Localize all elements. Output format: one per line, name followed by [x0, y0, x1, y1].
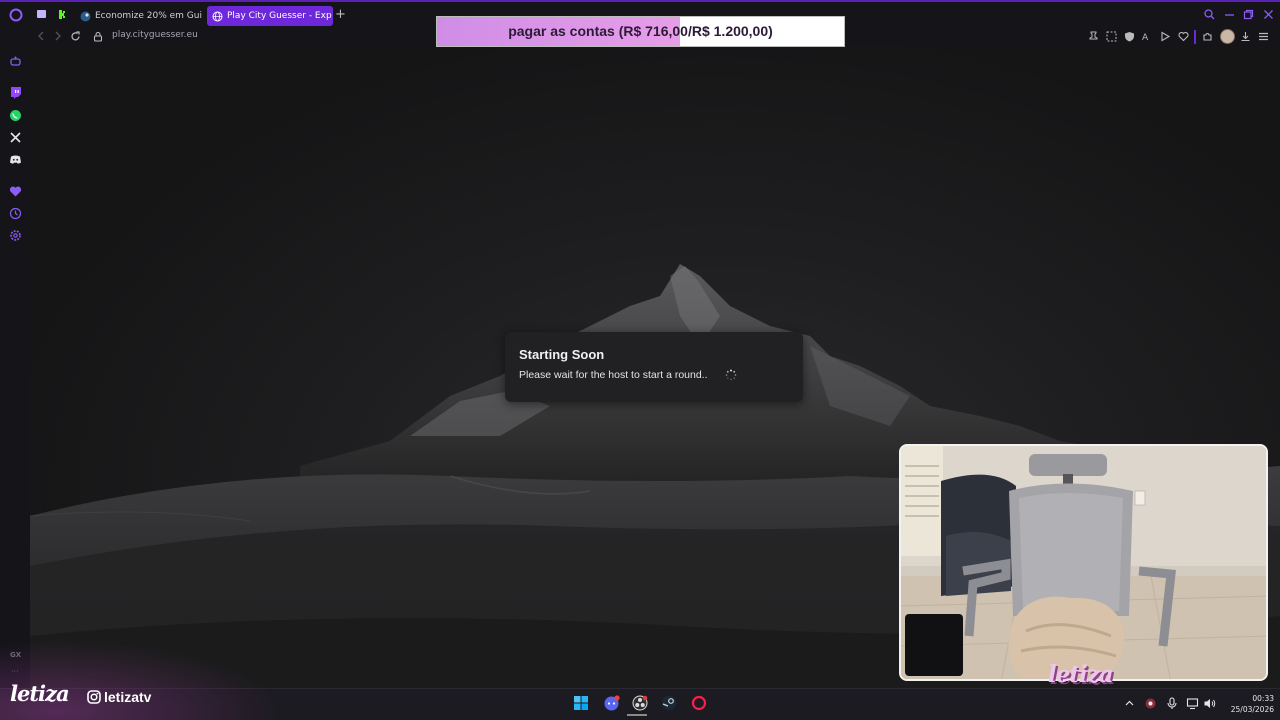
clock-date: 25/03/2026	[1230, 705, 1274, 714]
status-title: Starting Soon	[519, 347, 605, 362]
lock-icon[interactable]	[93, 31, 103, 42]
close-window-icon[interactable]	[1263, 9, 1274, 20]
settings-gear-icon[interactable]	[9, 229, 22, 242]
browser-sidebar: GX ···	[0, 28, 30, 688]
tab-city-guesser[interactable]: Play City Guesser - Exp ✕	[207, 6, 333, 26]
favorites-heart-icon[interactable]	[9, 185, 22, 198]
kick-pin-icon[interactable]	[58, 9, 69, 20]
download-icon[interactable]	[1240, 31, 1251, 42]
volume-icon[interactable]	[1203, 697, 1216, 710]
discord-icon[interactable]	[9, 153, 22, 166]
more-icon[interactable]: ···	[11, 668, 19, 676]
tab-label: Economize 20% em Guilty	[95, 11, 202, 21]
svg-text:A: A	[1142, 33, 1149, 42]
new-tab-button[interactable]: +	[335, 8, 346, 22]
loading-spinner-icon	[725, 369, 737, 381]
windows-start-icon[interactable]	[573, 695, 589, 711]
status-message: Please wait for the host to start a roun…	[519, 369, 708, 381]
microphone-icon[interactable]	[1166, 697, 1178, 710]
steam-taskbar-icon[interactable]	[661, 695, 677, 711]
discord-taskbar-icon[interactable]	[603, 695, 620, 711]
donation-goal-label: pagar as contas (R$ 716,00/R$ 1.200,00)	[508, 23, 773, 39]
webcam-overlay	[899, 444, 1268, 681]
player-icon[interactable]	[1160, 31, 1171, 42]
separator	[1194, 30, 1196, 44]
translate-icon[interactable]: A	[1142, 31, 1153, 42]
webcam-feed	[901, 446, 1266, 679]
restore-icon[interactable]	[1243, 9, 1254, 20]
history-icon[interactable]	[9, 207, 22, 220]
x-twitter-icon[interactable]	[9, 131, 22, 144]
game-status-card: Starting Soon Please wait for the host t…	[505, 332, 803, 402]
opera-gx-icon[interactable]	[9, 8, 23, 22]
snapshot-icon[interactable]	[1106, 31, 1117, 42]
twitch-pin-icon[interactable]	[36, 9, 47, 20]
gx-label[interactable]: GX	[10, 651, 21, 659]
pin-icon[interactable]	[1088, 31, 1099, 42]
shield-icon[interactable]	[1124, 31, 1135, 42]
heart-icon[interactable]	[1178, 31, 1189, 42]
taskbar-clock[interactable]: 00:33 25/03/2026	[1218, 693, 1274, 715]
app-tray-icon[interactable]	[1144, 697, 1157, 710]
gx-control-icon[interactable]	[9, 55, 22, 68]
active-app-indicator	[627, 714, 647, 716]
tab-steam[interactable]: Economize 20% em Guilty	[80, 6, 202, 26]
webcam-logo: letiza	[1048, 661, 1114, 688]
avatar[interactable]	[1220, 29, 1235, 44]
obs-icon[interactable]	[632, 695, 648, 711]
whatsapp-icon[interactable]	[9, 109, 22, 122]
reload-icon[interactable]	[70, 31, 81, 42]
tab-label: Play City Guesser - Exp	[227, 11, 332, 21]
twitch-icon[interactable]	[9, 86, 22, 99]
instagram-icon	[87, 690, 101, 704]
back-icon[interactable]	[36, 31, 46, 41]
extensions-icon[interactable]	[1202, 31, 1213, 42]
search-tabs-icon[interactable]	[1204, 9, 1215, 20]
globe-icon	[212, 11, 223, 21]
opera-gx-taskbar-icon[interactable]	[691, 695, 707, 711]
clock-time: 00:33	[1252, 694, 1274, 703]
url-field[interactable]: play.cityguesser.eu	[112, 30, 198, 40]
minimize-icon[interactable]	[1224, 9, 1235, 20]
close-tab-icon[interactable]: ✕	[332, 11, 333, 22]
menu-icon[interactable]	[1258, 31, 1269, 42]
network-icon[interactable]	[1186, 697, 1199, 710]
forward-icon[interactable]	[53, 31, 63, 41]
steam-icon	[80, 11, 91, 21]
instagram-handle: letizatv	[104, 689, 152, 705]
chevron-up-icon[interactable]	[1124, 698, 1135, 709]
brand-logo: letiza	[10, 681, 70, 706]
donation-goal-bar: pagar as contas (R$ 716,00/R$ 1.200,00)	[436, 16, 845, 47]
